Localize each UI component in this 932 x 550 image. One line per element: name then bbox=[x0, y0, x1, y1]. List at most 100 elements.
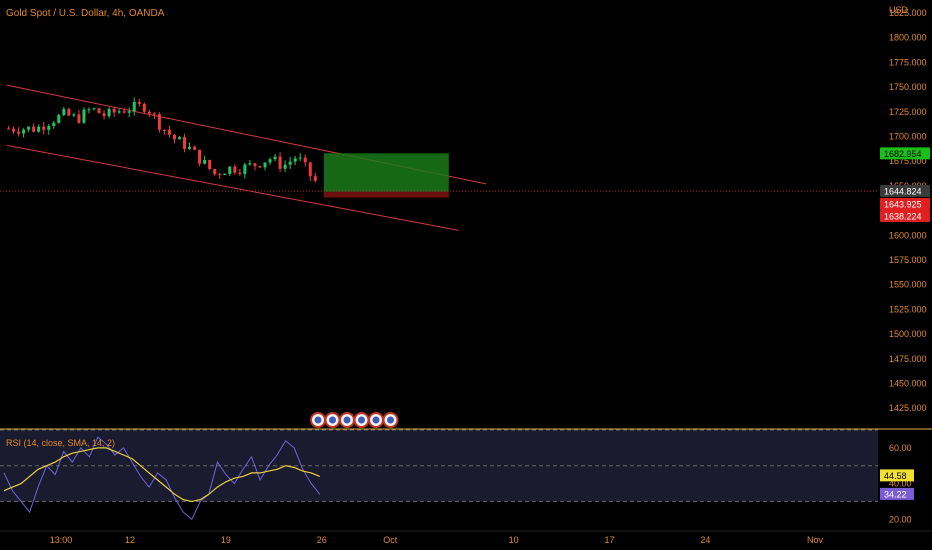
time-tick-label: 17 bbox=[604, 535, 614, 545]
rsi-sma-value: 44.58 bbox=[884, 471, 907, 481]
candle-body bbox=[303, 157, 307, 163]
rsi-band bbox=[0, 430, 878, 502]
price-tag-label-stop: 1638.224 bbox=[884, 211, 922, 221]
candle-body bbox=[218, 174, 222, 176]
candle-body bbox=[228, 166, 232, 174]
rsi-tick-label: 60.00 bbox=[889, 443, 912, 453]
candle-body bbox=[72, 114, 76, 116]
rsi-value: 34.22 bbox=[884, 489, 907, 499]
price-tag-label-last: 1644.824 bbox=[884, 186, 922, 196]
candle-body bbox=[57, 114, 61, 123]
candle-body bbox=[37, 126, 41, 132]
price-tick-label: 1700.000 bbox=[889, 131, 927, 141]
price-tick-label: 1550.000 bbox=[889, 280, 927, 290]
candle-body bbox=[32, 126, 36, 132]
time-tick-label: 12 bbox=[125, 535, 135, 545]
flag-icon bbox=[343, 416, 351, 424]
price-tick-label: 1525.000 bbox=[889, 304, 927, 314]
flag-icon bbox=[372, 416, 380, 424]
candle-body bbox=[52, 122, 56, 127]
candle-body bbox=[92, 108, 96, 110]
price-tick-label: 1750.000 bbox=[889, 82, 927, 92]
candle-body bbox=[27, 126, 31, 130]
profit-zone[interactable] bbox=[323, 153, 449, 192]
candle-body bbox=[47, 126, 51, 130]
candle-body bbox=[142, 103, 146, 112]
candle-body bbox=[198, 149, 202, 164]
candle-body bbox=[122, 111, 126, 113]
price-tick-label: 1500.000 bbox=[889, 329, 927, 339]
rsi-tick-label: 20.00 bbox=[889, 514, 912, 524]
time-tick-label: Nov bbox=[807, 535, 824, 545]
candle-body bbox=[112, 108, 116, 113]
candle-body bbox=[203, 159, 207, 164]
price-tick-label: 1425.000 bbox=[889, 403, 927, 413]
flag-icon bbox=[314, 416, 322, 424]
candle-body bbox=[137, 102, 141, 104]
candle-body bbox=[152, 113, 156, 115]
candle-body bbox=[62, 109, 66, 115]
currency-label: USD bbox=[889, 5, 909, 15]
candle-body bbox=[308, 162, 312, 177]
candle-body bbox=[213, 169, 217, 175]
candle-body bbox=[67, 109, 71, 116]
price-tick-label: 1775.000 bbox=[889, 57, 927, 67]
candle-body bbox=[188, 146, 192, 149]
candle-body bbox=[82, 109, 86, 123]
flag-icon bbox=[329, 416, 336, 424]
rsi-title: RSI (14, close, SMA, 14, 2) bbox=[6, 438, 115, 448]
candle-body bbox=[77, 114, 81, 123]
time-tick-label: 19 bbox=[221, 535, 231, 545]
price-tag-label-entry: 1643.925 bbox=[884, 199, 922, 209]
candle-body bbox=[22, 129, 26, 134]
price-tick-label: 1800.000 bbox=[889, 33, 927, 43]
candle-body bbox=[97, 108, 101, 114]
candle-body bbox=[167, 129, 171, 135]
price-tick-label: 1725.000 bbox=[889, 107, 927, 117]
candle-body bbox=[248, 163, 252, 165]
time-tick-label: 10 bbox=[509, 535, 519, 545]
candle-body bbox=[107, 108, 111, 117]
candle-body bbox=[268, 159, 272, 163]
candle-body bbox=[12, 128, 16, 132]
stop-zone[interactable] bbox=[323, 191, 449, 198]
candle-body bbox=[298, 157, 302, 159]
candle-body bbox=[42, 126, 46, 130]
price-tick-label: 1475.000 bbox=[889, 354, 927, 364]
chart-canvas[interactable]: 1825.0001800.0001775.0001750.0001725.000… bbox=[0, 0, 932, 550]
candle-body bbox=[233, 166, 237, 173]
candle-body bbox=[243, 164, 247, 174]
candle-body bbox=[193, 146, 197, 150]
candle-body bbox=[87, 109, 91, 111]
price-tick-label: 1450.000 bbox=[889, 379, 927, 389]
candle-body bbox=[258, 166, 262, 168]
candle-body bbox=[208, 159, 212, 170]
candle-body bbox=[172, 134, 176, 140]
candle-body bbox=[293, 158, 297, 162]
price-tick-label: 1575.000 bbox=[889, 255, 927, 265]
candle-body bbox=[117, 111, 121, 113]
candle-body bbox=[157, 114, 161, 130]
candle-body bbox=[183, 137, 187, 149]
symbol-title: Gold Spot / U.S. Dollar, 4h, OANDA bbox=[6, 8, 165, 19]
candle-body bbox=[263, 162, 267, 168]
candle-body bbox=[273, 156, 277, 160]
price-tick-label: 1600.000 bbox=[889, 230, 927, 240]
time-tick-label: Oct bbox=[383, 535, 398, 545]
candle-body bbox=[177, 137, 182, 140]
candle-body bbox=[253, 163, 257, 167]
candle-body bbox=[132, 102, 136, 112]
time-tick-label: 24 bbox=[700, 535, 710, 545]
candle-body bbox=[283, 164, 287, 169]
time-tick-label: 13:00 bbox=[50, 535, 73, 545]
candle-body bbox=[288, 161, 292, 165]
candle-body bbox=[162, 129, 166, 131]
candle-body bbox=[17, 131, 21, 134]
candle-body bbox=[102, 113, 106, 117]
flag-icon bbox=[387, 416, 394, 424]
candle-body bbox=[313, 176, 317, 181]
candle-body bbox=[7, 128, 11, 130]
candle-body bbox=[223, 173, 227, 176]
time-tick-label: 26 bbox=[317, 535, 327, 545]
candle-body bbox=[238, 172, 242, 174]
